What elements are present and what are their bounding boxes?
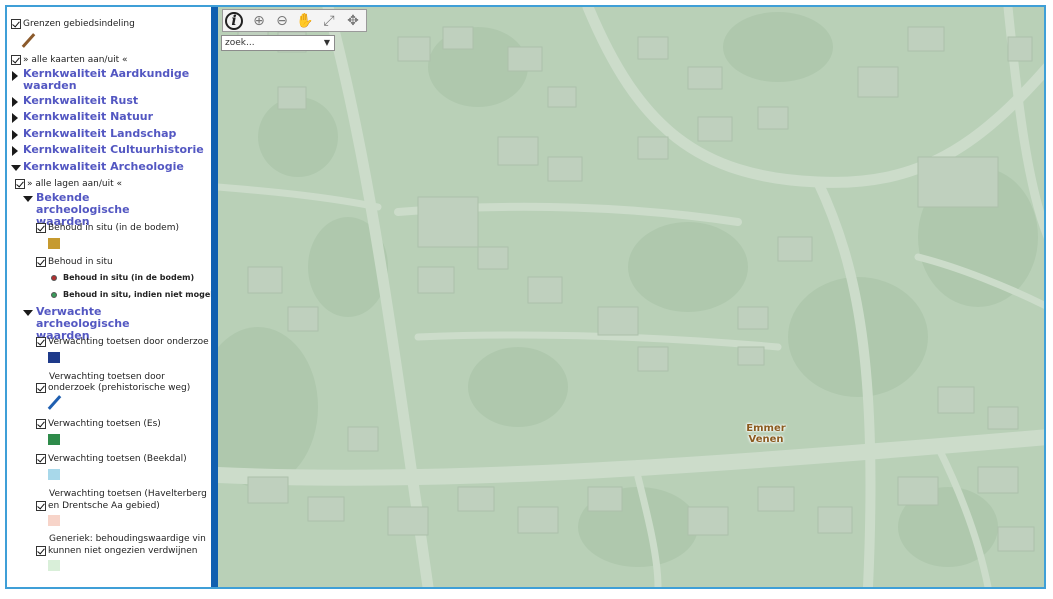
group-natuur[interactable]: Kernkwaliteit Natuur [23, 111, 153, 123]
navigate-icon[interactable]: ✥ [343, 11, 363, 31]
search-placeholder: zoek... [225, 38, 255, 48]
collapse-arrow-icon[interactable] [23, 310, 33, 316]
group-rust[interactable]: Kernkwaliteit Rust [23, 95, 138, 107]
group-archeologie[interactable]: Kernkwaliteit Archeologie [23, 161, 184, 173]
group-aardkundige[interactable]: Kernkwaliteit Aardkundige waarden [23, 68, 203, 92]
layer-panel: Grenzen gebiedsindeling » alle kaarten a… [7, 7, 211, 587]
zoom-in-icon[interactable]: ⊕ [249, 11, 269, 31]
all-layers-label[interactable]: » alle lagen aan/uit « [27, 179, 122, 189]
group-cultuurhistorie[interactable]: Kernkwaliteit Cultuurhistorie [23, 144, 204, 156]
map-view[interactable]: i ⊕ ⊖ ✋ ⤢ ✥ zoek... ▼ Emmer Venen [218, 7, 1044, 587]
boundaries-checkbox[interactable] [11, 19, 21, 29]
panel-splitter[interactable] [211, 7, 218, 587]
all-layers-checkbox[interactable] [15, 179, 25, 189]
all-maps-checkbox[interactable] [11, 55, 21, 65]
layer-label: Verwachting toetsen (Havelterberg [49, 489, 207, 499]
info-icon[interactable]: i [225, 12, 243, 30]
legend-label: Behoud in situ, indien niet mogelijk: I [63, 290, 211, 299]
layer-label: Verwachting toetsen door onderzoe [48, 337, 209, 347]
layer-label: kunnen niet ongezien verdwijnen [48, 546, 198, 556]
all-maps-label[interactable]: » alle kaarten aan/uit « [23, 55, 128, 65]
layer-label: Behoud in situ (in de bodem) [48, 223, 179, 233]
layer-checkbox[interactable] [36, 337, 46, 347]
layer-label: onderzoek (prehistorische weg) [48, 383, 191, 393]
legend-dot-red [51, 275, 57, 281]
legend-dot-green [51, 292, 57, 298]
collapse-arrow-icon[interactable] [23, 196, 33, 202]
chevron-down-icon[interactable]: ▼ [321, 37, 333, 49]
layer-checkbox[interactable] [36, 454, 46, 464]
layer-label: Verwachting toetsen (Beekdal) [48, 454, 187, 464]
search-input[interactable]: zoek... ▼ [221, 35, 335, 51]
layer-label: Generiek: behoudingswaardige vin [49, 534, 206, 544]
boundary-line-symbol [21, 33, 36, 48]
layer-checkbox[interactable] [36, 223, 46, 233]
legend-swatch [48, 560, 60, 571]
place-label: Emmer Venen [738, 423, 794, 445]
layer-label: en Drentsche Aa gebied) [48, 501, 160, 511]
map-toolbar: i ⊕ ⊖ ✋ ⤢ ✥ [222, 9, 367, 32]
full-extent-icon[interactable]: ⤢ [319, 11, 339, 31]
layer-checkbox[interactable] [36, 501, 46, 511]
boundaries-label: Grenzen gebiedsindeling [23, 19, 135, 29]
collapse-arrow-icon[interactable] [11, 165, 21, 171]
pan-hand-icon[interactable]: ✋ [295, 11, 315, 31]
layer-checkbox[interactable] [36, 383, 46, 393]
layer-checkbox[interactable] [36, 419, 46, 429]
legend-swatch [48, 469, 60, 480]
expand-arrow-icon[interactable] [12, 146, 18, 156]
legend-label: Behoud in situ (in de bodem) [63, 273, 195, 282]
expand-arrow-icon[interactable] [12, 113, 18, 123]
place-label-line2: Venen [748, 434, 784, 445]
expand-arrow-icon[interactable] [12, 71, 18, 81]
aerial-imagery [218, 7, 1044, 587]
group-landschap[interactable]: Kernkwaliteit Landschap [23, 128, 176, 140]
layer-label: Verwachting toetsen door [49, 372, 165, 382]
app-frame: Grenzen gebiedsindeling » alle kaarten a… [5, 5, 1046, 589]
layer-checkbox[interactable] [36, 257, 46, 267]
prehistoric-road-line-symbol [47, 395, 62, 410]
legend-swatch [48, 238, 60, 249]
layer-label: Behoud in situ [48, 257, 113, 267]
place-label-line1: Emmer [746, 423, 786, 434]
legend-swatch [48, 352, 60, 363]
zoom-out-icon[interactable]: ⊖ [272, 11, 292, 31]
expand-arrow-icon[interactable] [12, 97, 18, 107]
layer-label: Verwachting toetsen (Es) [48, 419, 161, 429]
legend-swatch [48, 434, 60, 445]
expand-arrow-icon[interactable] [12, 130, 18, 140]
layer-checkbox[interactable] [36, 546, 46, 556]
legend-swatch [48, 515, 60, 526]
